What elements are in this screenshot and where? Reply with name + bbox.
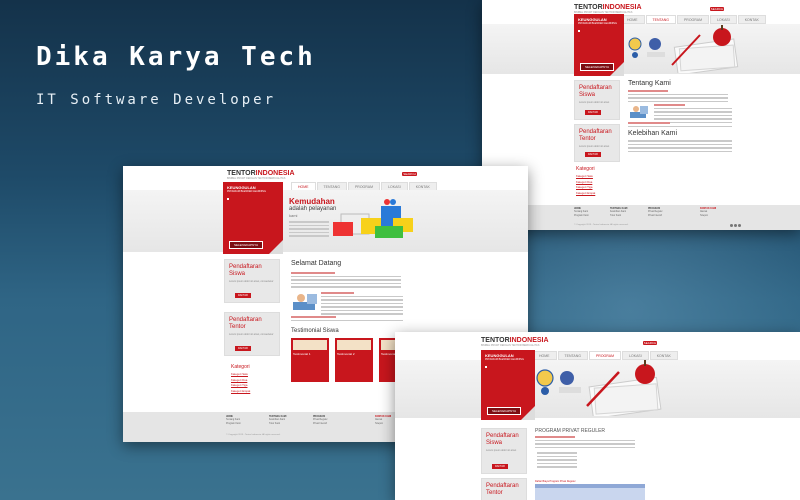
- university-logos: [535, 368, 585, 401]
- panel-more-button[interactable]: SELENGKAPNYA: [229, 241, 264, 249]
- advantages-text: [628, 140, 732, 154]
- testimonial-title: Testimonial Siswa: [291, 328, 339, 334]
- hero-title: Kemudahan: [289, 197, 335, 206]
- daftar-siswa-button[interactable]: DAFTAR: [585, 110, 601, 115]
- kategori-link[interactable]: Kategori Satu: [231, 372, 250, 376]
- side-pendaftaran-tentor: Pendaftaran Tentor Lorem ipsum dolor sit…: [224, 312, 280, 356]
- brand-title: Dika Karya Tech: [36, 42, 316, 72]
- side-pendaftaran-siswa: Pendaftaran Siswa Lorem ipsum dolor sit …: [481, 428, 527, 474]
- kategori-list: Kategori Kategori Satu Kategori Dua Kate…: [231, 364, 251, 393]
- about-title: Tentang Kami: [628, 80, 671, 87]
- hero-subtitle: adalah pelayanan: [289, 206, 337, 212]
- copyright: © Copyright 2013 - Tentor Indonesia. All…: [574, 224, 629, 226]
- search-button[interactable]: SEARCH: [643, 341, 657, 345]
- kategori-link[interactable]: Kategori Empat: [231, 389, 250, 393]
- about-text: [628, 90, 728, 104]
- welcome-title: Selamat Datang: [291, 260, 342, 267]
- twitter-icon[interactable]: [734, 224, 737, 227]
- teaching-illustration: [291, 292, 319, 319]
- price-table: [535, 484, 645, 500]
- keunggulan-panel: KEUNGGULAN PROGRAM BLENDED LEARNING SELE…: [223, 182, 283, 254]
- testimonial-card[interactable]: Testimonial 1: [291, 338, 329, 382]
- daftar-siswa-button[interactable]: DAFTAR: [235, 293, 251, 298]
- university-logos: [627, 36, 667, 63]
- copyright: © Copyright 2013 - Tentor Indonesia. All…: [226, 434, 281, 436]
- keunggulan-panel: KEUNGGULAN PROGRAM BLENDED LEARNING SELE…: [481, 350, 535, 420]
- hero-subtitle-2: kami: [289, 213, 298, 218]
- kategori-link[interactable]: Kategori Dua: [576, 180, 595, 184]
- testimonial-card[interactable]: Testimonial 2: [335, 338, 373, 382]
- kategori-link[interactable]: Kategori Satu: [576, 174, 595, 178]
- hero-text: [289, 221, 329, 239]
- brand-tagline: IT Software Developer: [36, 92, 277, 108]
- search-button[interactable]: SEARCH: [710, 7, 724, 11]
- panel-more-button[interactable]: SELENGKAPNYA: [487, 407, 522, 415]
- search-button[interactable]: SEARCH: [402, 172, 417, 176]
- site-logo: TENTORINDONESIA BIMBEL PRIVAT DENGAN TEN…: [574, 4, 642, 14]
- kategori-link[interactable]: Kategori Empat: [576, 191, 595, 195]
- program-bullets: [537, 452, 577, 470]
- kategori-list: Kategori Kategori Satu Kategori Dua Kate…: [576, 166, 596, 195]
- nav-tentang[interactable]: TENTANG: [557, 351, 588, 360]
- table-caption: Daftar Biaya Program Privat Reguler: [535, 480, 576, 483]
- about-text-3: [628, 122, 732, 129]
- daftar-siswa-button[interactable]: DAFTAR: [492, 464, 508, 469]
- apple-books-image: [585, 360, 671, 421]
- main-nav: HOME TENTANG PROGRAM LOKASI KONTAK: [532, 351, 678, 360]
- google-plus-icon[interactable]: [738, 224, 741, 227]
- side-pendaftaran-siswa: Pendaftaran Siswa Lorem ipsum dolor sit …: [574, 80, 620, 120]
- nav-lokasi[interactable]: LOKASI: [710, 15, 737, 24]
- advantages-title: Kelebihan Kami: [628, 130, 678, 137]
- nav-program[interactable]: PROGRAM: [676, 15, 710, 24]
- nav-kontak[interactable]: KONTAK: [649, 351, 678, 360]
- facebook-icon[interactable]: [730, 224, 733, 227]
- side-pendaftaran-siswa: Pendaftaran Siswa Lorem ipsum dolor sit …: [224, 259, 280, 303]
- nav-kontak[interactable]: KONTAK: [737, 15, 766, 24]
- welcome-text-3: [291, 316, 403, 323]
- program-text: [535, 436, 635, 450]
- site-logo: TENTORINDONESIA BIMBEL PRIVAT DENGAN TEN…: [481, 337, 549, 347]
- side-pendaftaran-tentor: Pendaftaran Tentor Lorem ipsum dolor sit…: [574, 124, 620, 162]
- site-header: TENTORINDONESIA BIMBEL PRIVAT DENGAN TEN…: [123, 166, 528, 191]
- program-title: PROGRAM PRIVAT REGULER: [535, 428, 606, 434]
- daftar-tentor-button[interactable]: DAFTAR: [235, 346, 251, 351]
- side-pendaftaran-tentor: Pendaftaran Tentor: [481, 478, 527, 500]
- keunggulan-panel: KEUNGGULAN PROGRAM BLENDED LEARNING SELE…: [574, 14, 624, 76]
- welcome-text: [291, 272, 401, 290]
- panel-more-button[interactable]: SELENGKAPNYA: [580, 63, 615, 71]
- nav-program[interactable]: PROGRAM: [588, 351, 622, 360]
- website-preview-program: TENTORINDONESIA BIMBEL PRIVAT DENGAN TEN…: [395, 332, 800, 500]
- daftar-tentor-button[interactable]: DAFTAR: [585, 152, 601, 157]
- social-icons: [730, 224, 741, 227]
- nav-home[interactable]: HOME: [532, 351, 557, 360]
- website-preview-about: TENTORINDONESIA BIMBEL PRIVAT DENGAN TEN…: [482, 0, 800, 230]
- blocks-image: [331, 196, 423, 247]
- site-header: TENTORINDONESIA BIMBEL PRIVAT DENGAN TEN…: [395, 332, 800, 360]
- welcome-text-2: [321, 292, 403, 317]
- kategori-link[interactable]: Kategori Tiga: [231, 383, 250, 387]
- site-footer: HOME Tentang Kami Program Kami TENTANG KAM…: [482, 205, 800, 230]
- kategori-link[interactable]: Kategori Dua: [231, 378, 250, 382]
- nav-tentang[interactable]: TENTANG: [645, 15, 676, 24]
- site-header: TENTORINDONESIA BIMBEL PRIVAT DENGAN TEN…: [482, 0, 800, 24]
- apple-books-image: [670, 25, 746, 78]
- site-logo: TENTORINDONESIA BIMBEL PRIVAT DENGAN TEN…: [227, 170, 295, 180]
- nav-lokasi[interactable]: LOKASI: [622, 351, 649, 360]
- kategori-link[interactable]: Kategori Tiga: [576, 185, 595, 189]
- main-nav: HOME TENTANG PROGRAM LOKASI KONTAK: [620, 15, 766, 24]
